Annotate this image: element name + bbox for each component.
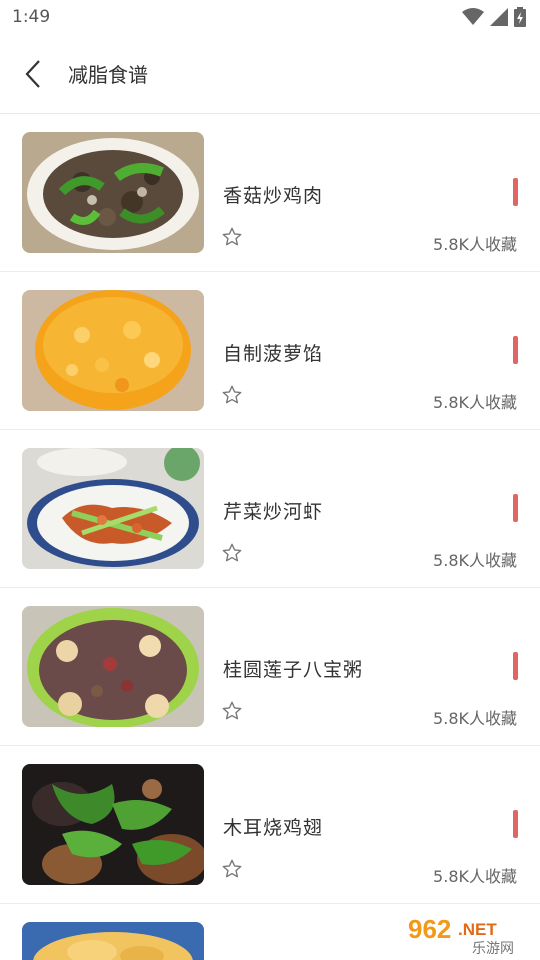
battery-icon [514, 7, 526, 27]
recipe-name: 木耳烧鸡翅 [223, 817, 324, 839]
accent-bar [513, 178, 518, 206]
signal-icon [490, 8, 508, 26]
app-header: 减脂食谱 [0, 34, 540, 114]
recipe-item[interactable]: 木耳烧鸡翅 5.8K人收藏 [0, 746, 540, 904]
watermark-logo: 962 .NET 乐游网 [402, 910, 534, 956]
recipe-list: 香菇炒鸡肉 5.8K人收藏 自制菠萝馅 5.8K人收藏 芹菜炒河虾 5.8K人收… [0, 114, 540, 960]
star-icon[interactable] [221, 858, 243, 880]
recipe-name: 芹菜炒河虾 [223, 501, 324, 523]
recipe-info: 桂圆莲子八宝粥 5.8K人收藏 [221, 606, 540, 728]
recipe-info: 香菇炒鸡肉 5.8K人收藏 [221, 132, 540, 254]
recipe-item[interactable]: 香菇炒鸡肉 5.8K人收藏 [0, 114, 540, 272]
recipe-item[interactable]: 自制菠萝馅 5.8K人收藏 [0, 272, 540, 430]
recipe-thumbnail [22, 448, 204, 569]
recipe-thumbnail [22, 606, 204, 727]
recipe-info: 芹菜炒河虾 5.8K人收藏 [221, 448, 540, 570]
favorite-count: 5.8K人收藏 [433, 867, 517, 886]
recipe-name: 桂圆莲子八宝粥 [223, 659, 364, 681]
status-bar: 1:49 [0, 0, 540, 34]
accent-bar [513, 652, 518, 680]
favorite-count: 5.8K人收藏 [433, 393, 517, 412]
recipe-info: 自制菠萝馅 5.8K人收藏 [221, 290, 540, 412]
watermark-suffix: .NET [458, 920, 497, 939]
favorite-count: 5.8K人收藏 [433, 235, 517, 254]
chevron-left-icon [25, 59, 40, 88]
status-time: 1:49 [12, 7, 51, 27]
recipe-thumbnail [22, 290, 204, 411]
recipe-thumbnail [22, 132, 204, 253]
accent-bar [513, 336, 518, 364]
accent-bar [513, 810, 518, 838]
recipe-info: 木耳烧鸡翅 5.8K人收藏 [221, 764, 540, 886]
watermark-site: 乐游网 [472, 941, 514, 956]
accent-bar [513, 494, 518, 522]
star-icon[interactable] [221, 542, 243, 564]
recipe-thumbnail [22, 922, 204, 960]
wifi-icon [462, 8, 484, 25]
status-icons [462, 7, 526, 27]
recipe-thumbnail [22, 764, 204, 885]
recipe-name: 香菇炒鸡肉 [223, 185, 324, 207]
star-icon[interactable] [221, 226, 243, 248]
watermark-number: 962 [408, 914, 451, 944]
page-title: 减脂食谱 [68, 63, 148, 87]
favorite-count: 5.8K人收藏 [433, 709, 517, 728]
star-icon[interactable] [221, 700, 243, 722]
recipe-name: 自制菠萝馅 [223, 343, 324, 365]
star-icon[interactable] [221, 384, 243, 406]
favorite-count: 5.8K人收藏 [433, 551, 517, 570]
recipe-item[interactable]: 桂圆莲子八宝粥 5.8K人收藏 [0, 588, 540, 746]
back-button[interactable] [0, 34, 68, 114]
recipe-item[interactable]: 芹菜炒河虾 5.8K人收藏 [0, 430, 540, 588]
